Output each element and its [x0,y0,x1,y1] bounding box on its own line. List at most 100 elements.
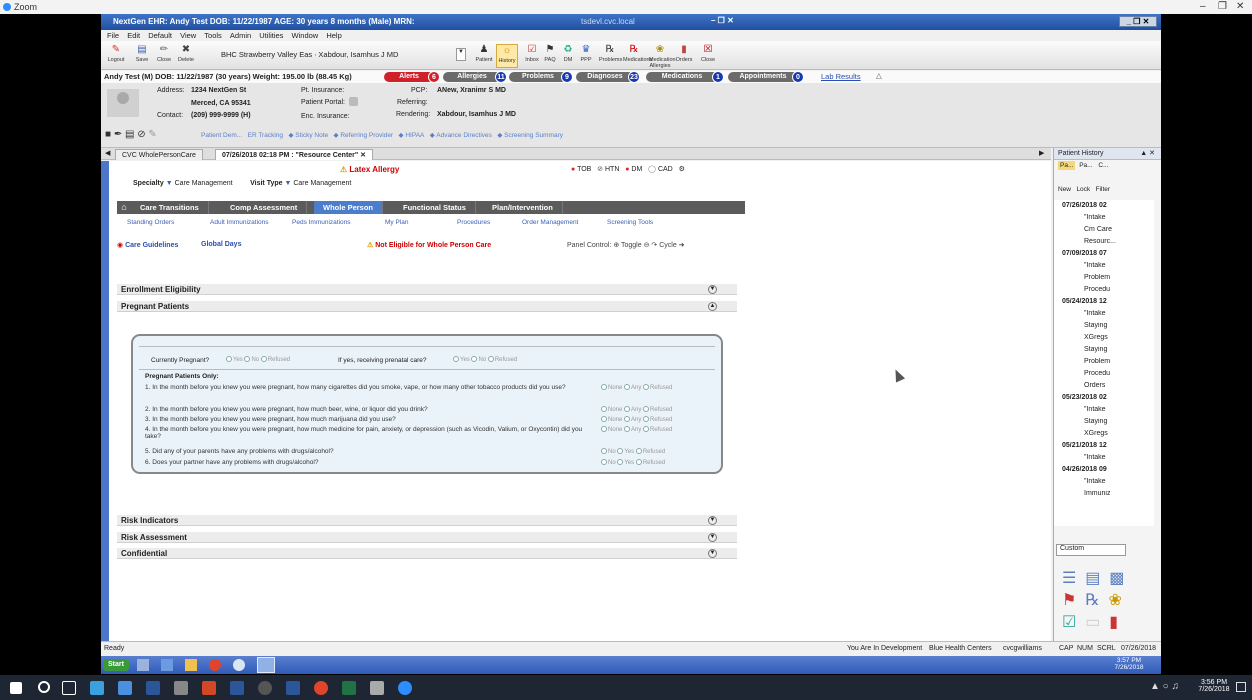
tree-node[interactable]: "Intake [1084,478,1106,485]
appointments-pill[interactable]: Appointments 0 [728,71,804,83]
rx-icon[interactable]: ℞ [1085,592,1099,609]
tree-node[interactable]: "Intake [1084,406,1106,413]
tab-resource-center[interactable]: 07/26/2018 02:18 PM : "Resource Center" … [215,149,374,160]
subnav-standing-orders[interactable]: Standing Orders [127,219,174,226]
tree-node[interactable]: "Intake [1084,262,1106,269]
window-controls[interactable]: _ ❐ ✕ [1119,16,1157,27]
taskbar-app-icon[interactable] [118,681,132,695]
logout-button[interactable]: ✎ Logout [105,44,127,68]
pregnant-yes-radio[interactable]: Yes [226,356,243,363]
q5-no-radio[interactable]: No [601,448,616,455]
specialty-dropdown-icon[interactable]: ▼ [166,180,173,187]
order-icon[interactable]: ☑ [1062,614,1076,631]
notifications-icon[interactable] [1236,682,1246,692]
tab-whole-person[interactable]: Whole Person [314,201,384,214]
signature-icon[interactable]: ✒ [114,129,122,140]
history-lock-button[interactable]: Lock [1076,186,1090,193]
allergies-pill[interactable]: Allergies 11 [443,71,507,83]
no-entry-icon[interactable]: ⊘ [137,129,145,140]
toggle-button[interactable]: ⊕ Toggle ⊖ [613,242,649,249]
home-icon[interactable]: ⌂ [117,201,131,214]
expand-chevron-icon[interactable]: ▼ [708,285,717,294]
close-chart-button[interactable]: ☒ Close [697,44,719,68]
tab-scroll-left-icon[interactable]: ◀ [105,149,110,157]
prenatal-refused-radio[interactable]: Refused [487,356,517,363]
nextgen-taskbar-icon[interactable] [257,657,275,673]
subnav-order-management[interactable]: Order Management [522,219,578,226]
subnav-peds-immunizations[interactable]: Peds Immunizations [292,219,351,226]
tree-node[interactable]: Problem [1084,358,1110,365]
tree-node[interactable]: Staying [1084,346,1107,353]
tree-node[interactable]: XGregs [1084,334,1108,341]
history-new-button[interactable]: New [1058,186,1071,193]
q1-any-radio[interactable]: Any [624,384,641,391]
menu-edit[interactable]: Edit [127,31,140,40]
q3-any-radio[interactable]: Any [624,416,641,423]
tree-node-date[interactable]: 05/21/2018 12 [1062,442,1107,449]
link-patient-dem[interactable]: Patient Dem... [201,132,242,139]
medications-button[interactable]: ℞ Medications [623,44,652,68]
tree-node[interactable]: "Intake [1084,214,1106,221]
collapse-chevron-icon[interactable]: ▲ [708,302,717,311]
start-button[interactable]: Start [103,659,129,671]
tree-node[interactable]: Problem [1084,274,1110,281]
link-screening-summary[interactable]: ◆ Screening Summary [497,132,563,139]
app-taskbar-icon[interactable] [137,659,149,671]
tab-scroll-right-icon[interactable]: ▶ [1039,149,1044,157]
minimize-icon[interactable]: – [1200,1,1206,12]
tray-icons[interactable]: ▲ ○ ♫ [1150,681,1179,692]
q1-none-radio[interactable]: None [601,384,622,391]
q6-refused-radio[interactable]: Refused [635,459,665,466]
history-tab-2[interactable]: Pa... [1077,161,1094,170]
zoom-taskbar-icon[interactable] [398,681,412,695]
medications-pill[interactable]: Medications 1 [646,71,724,83]
visio-icon[interactable] [286,681,300,695]
tree-node[interactable]: XGregs [1084,430,1108,437]
q5-refused-radio[interactable]: Refused [635,448,665,455]
location-dropdown-icon[interactable]: ▼ [456,48,466,61]
section-confidential[interactable]: Confidential ▼ [117,548,737,559]
tree-node[interactable]: "Intake [1084,310,1106,317]
menu-admin[interactable]: Admin [230,31,251,40]
section-risk-assessment[interactable]: Risk Assessment ▼ [117,532,737,543]
visit-type-value[interactable]: Care Management [293,180,351,187]
tree-node[interactable]: "Intake [1084,454,1106,461]
problems-pill[interactable]: Problems 9 [509,71,573,83]
powerpoint-icon[interactable] [202,681,216,695]
document-icon[interactable]: ▤ [125,129,134,140]
link-referring-provider[interactable]: ◆ Referring Provider [334,132,394,139]
chart-icon[interactable]: ▩ [1109,570,1124,587]
photos-icon[interactable] [370,681,384,695]
restore-icon[interactable]: ❐ [1218,1,1227,12]
subnav-procedures[interactable]: Procedures [457,219,490,226]
cad-indicator[interactable]: ◯ CAD [648,166,673,173]
visit-type-dropdown-icon[interactable]: ▼ [284,180,291,187]
tree-node-date[interactable]: 05/23/2018 02 [1062,394,1107,401]
menu-file[interactable]: File [107,31,119,40]
expand-chevron-icon[interactable]: ▼ [708,549,717,558]
pregnant-no-radio[interactable]: No [244,356,259,363]
tab-plan-intervention[interactable]: Plan/Intervention [483,201,563,214]
tree-node[interactable]: Resourc... [1084,238,1116,245]
tab-close-icon[interactable]: ✕ [360,152,366,159]
excel-icon[interactable] [342,681,356,695]
patient-button[interactable]: ♟ Patient [473,44,495,68]
calculator-icon[interactable] [174,681,188,695]
settings-gear-icon[interactable]: ⚙ [679,166,685,173]
save-button[interactable]: ▤ Save [131,44,153,68]
link-er-tracking[interactable]: ER Tracking [248,132,283,139]
portal-icon[interactable] [349,97,358,106]
navigation-strip[interactable] [101,161,109,641]
q3-refused-radio[interactable]: Refused [643,416,672,423]
problems-button[interactable]: ℞ Problems [599,44,622,68]
word-icon[interactable] [230,681,244,695]
diagnoses-pill[interactable]: Diagnoses 23 [576,71,640,83]
specialty-value[interactable]: Care Management [175,180,233,187]
cycle-button[interactable]: ↷ Cycle ➜ [651,242,684,249]
q5-yes-radio[interactable]: Yes [617,448,634,455]
tree-node[interactable]: Procedu [1084,286,1110,293]
orders-button[interactable]: ▮ Orders [673,44,695,68]
tob-indicator[interactable]: ● TOB [571,166,591,173]
medication-allergies-button[interactable]: ❀ Medication Allergies [649,44,676,69]
tree-node-date[interactable]: 04/26/2018 09 [1062,466,1107,473]
